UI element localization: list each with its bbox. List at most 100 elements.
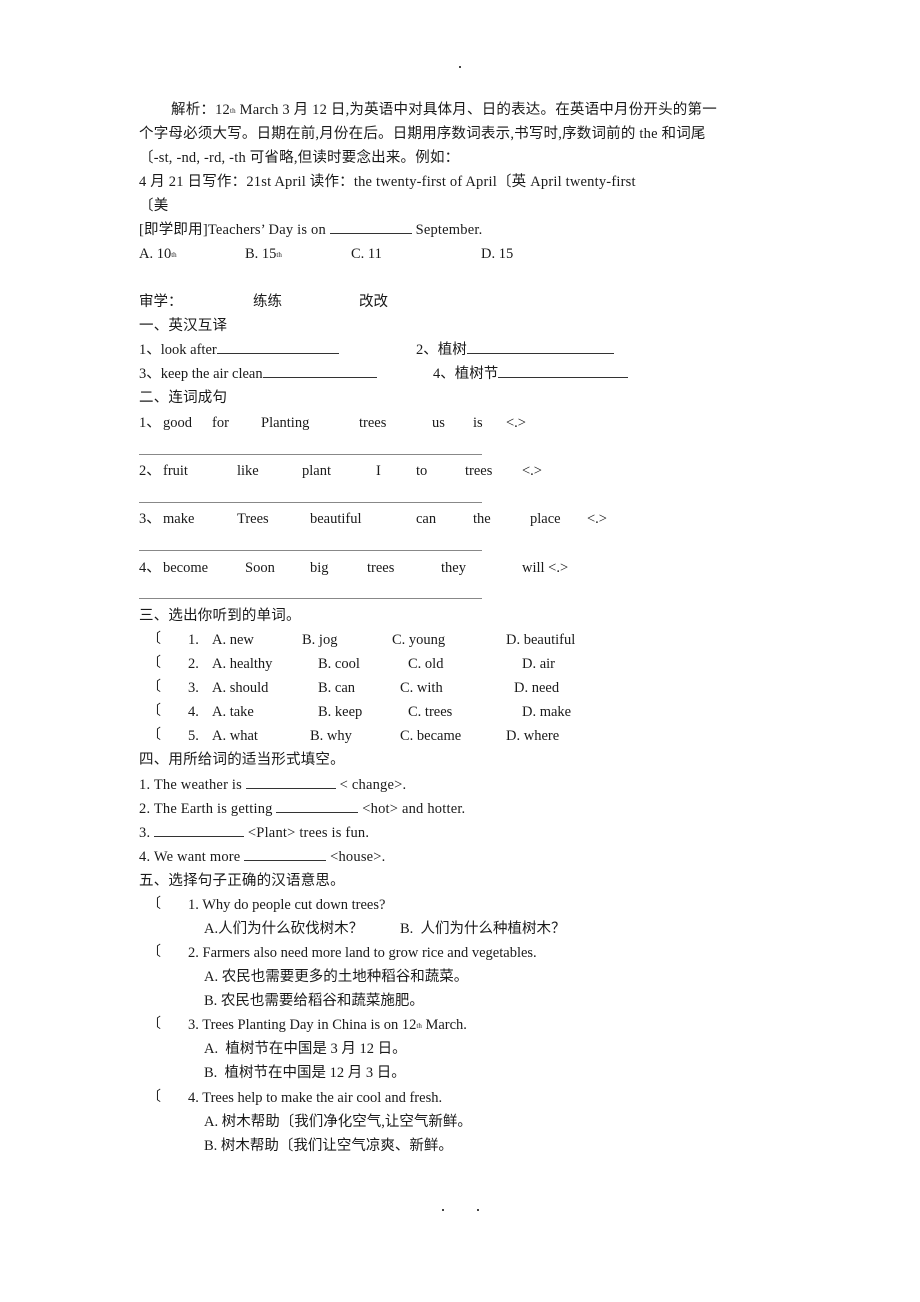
answer-bracket[interactable]: 〔 [147,679,161,697]
word: I [376,463,381,479]
translate-item-1: 1、look after [139,341,339,359]
practice-option-b: B. 15th [245,246,282,262]
page-mark-top [459,66,461,68]
option-a: A. what [212,728,258,744]
word: Planting [261,415,310,431]
section3-title: 三、选出你听到的单词。 [139,608,301,624]
word: plant [302,463,331,479]
word: to [416,463,428,479]
practice-option-c: C. 11 [351,246,382,262]
item-number: 5. [188,728,199,744]
answer-blank[interactable] [262,365,377,378]
answer-bracket[interactable]: 〔 [147,1016,161,1034]
practice-option-d: D. 15 [481,246,514,262]
option-d: D. make [522,704,572,720]
page-mark-bottom-right [477,1209,479,1211]
item-number: 1、 [139,415,161,431]
answer-bracket[interactable]: 〔 [147,1089,161,1107]
review-label: 审学： [139,294,183,310]
answer-blank[interactable] [154,824,245,837]
answer-bracket[interactable]: 〔 [147,631,161,649]
answer-bracket[interactable]: 〔 [147,703,161,721]
intro-line-4: 4 月 21 日写作：21st April 读作：the twenty-firs… [139,174,636,190]
question-text: September. [411,222,483,238]
word: place [530,511,561,527]
translate-item-2: 2、植树 [416,341,614,359]
answer-bracket[interactable]: 〔 [147,896,161,914]
word: they [441,560,466,576]
answer-bracket[interactable]: 〔 [147,655,161,673]
document-page: 解析：12th March 3 月 12 日,为英语中对具体月、日的表达。在英语… [0,0,920,1302]
option-a: A. should [212,680,269,696]
word: trees [465,463,493,479]
option-b: B. 农民也需要给稻谷和蔬菜施肥。 [204,993,424,1009]
word: Trees [237,511,269,527]
section2-title: 二、连词成句 [139,390,228,406]
section1-title: 一、英汉互译 [139,318,228,334]
question-text: 3. Trees Planting Day in China is on 12t… [188,1017,467,1033]
word: make [163,511,195,527]
answer-line[interactable] [139,598,482,599]
word: can [416,511,437,527]
item-number: 4、 [139,560,161,576]
item-number: 4. [188,704,199,720]
answer-blank[interactable] [329,221,412,234]
question-text: 4. Trees help to make the air cool and f… [188,1090,443,1106]
answer-line[interactable] [139,454,482,455]
intro-line-2: 个字母必须大写。日期在前,月份在后。日期用序数词表示,书写时,序数词前的 the… [139,126,706,142]
answer-blank[interactable] [276,800,359,813]
word: beautiful [310,511,362,527]
practice-option-a: A. 10th [139,246,177,262]
fill-item-1: 1. The weather is < change>. [139,776,407,793]
option-a: A. 树木帮助〔我们净化空气,让空气新鲜。 [204,1114,472,1130]
intro-line-1: 解析：12th March 3 月 12 日,为英语中对具体月、日的表达。在英语… [171,101,717,121]
answer-blank[interactable] [244,848,327,861]
question-text: 2. Farmers also need more land to grow r… [188,945,537,961]
intro-text: March 3 月 12 日,为英语中对具体月、日的表达。在英语中月份开头的第一 [235,102,717,118]
option-d: D. need [514,680,560,696]
option-c: C. became [400,728,462,744]
word: <.> [506,415,526,431]
answer-line[interactable] [139,502,482,503]
option-a: A.人们为什么砍伐树木？ [204,921,364,937]
practice-question: [即学即用]Teachers’ Day is on September. [139,221,482,239]
fill-item-4: 4. We want more <house>. [139,848,386,865]
answer-blank[interactable] [498,365,629,378]
word: trees [359,415,387,431]
option-b: B. why [310,728,352,744]
option-b: B. jog [302,632,338,648]
fill-item-2: 2. The Earth is getting <hot> and hotter… [139,800,466,817]
option-b: B. 人们为什么种植树木？ [400,921,566,937]
option-c: C. old [408,656,444,672]
item-number: 3、 [139,511,161,527]
item-number: 3. [188,680,199,696]
answer-blank[interactable] [245,776,336,789]
option-b: B. 植树节在中国是 12 月 3 日。 [204,1065,406,1081]
word: trees [367,560,395,576]
option-d: D. air [522,656,556,672]
word: <.> [522,463,542,479]
word: will <.> [522,560,569,576]
intro-text: 解析：12 [171,102,230,118]
correct-label: 改改 [359,294,388,310]
answer-blank[interactable] [216,341,339,354]
option-b: B. keep [318,704,363,720]
word: <.> [587,511,607,527]
option-c: C. young [392,632,446,648]
section5-title: 五、选择句子正确的汉语意思。 [139,873,345,889]
question-text: 1. Why do people cut down trees? [188,897,386,913]
item-number: 2、 [139,463,161,479]
ordinal-suffix: th [230,107,236,115]
page-mark-bottom-left [442,1209,444,1211]
answer-line[interactable] [139,550,482,551]
translate-item-3: 3、keep the air clean [139,365,377,383]
answer-bracket[interactable]: 〔 [147,727,161,745]
word: Soon [245,560,275,576]
word: the [473,511,491,527]
word: good [163,415,192,431]
word: like [237,463,259,479]
answer-bracket[interactable]: 〔 [147,944,161,962]
question-text: [即学即用]Teachers’ Day is on [139,222,330,238]
answer-blank[interactable] [466,341,614,354]
word: fruit [163,463,188,479]
